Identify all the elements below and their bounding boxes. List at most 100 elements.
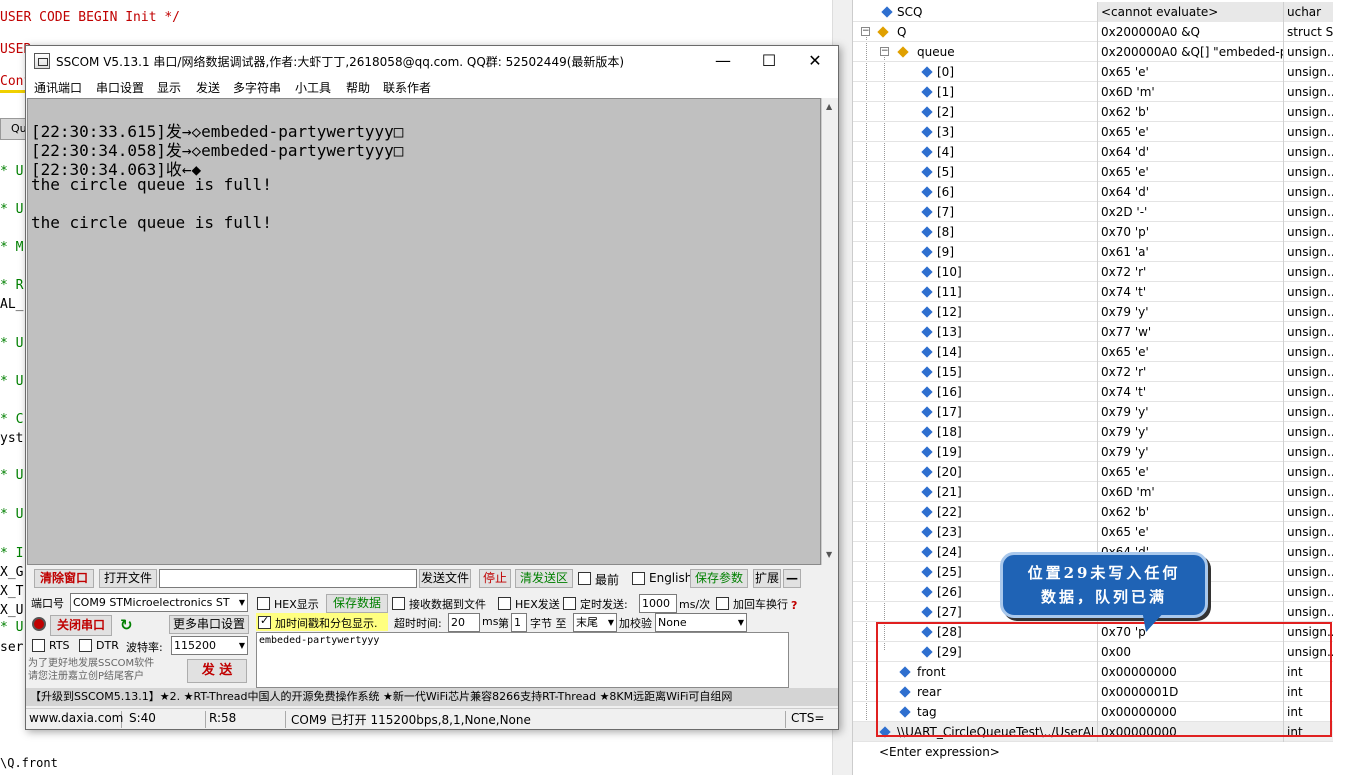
stop-button[interactable]: 停止 (479, 569, 511, 588)
queue-element-row[interactable]: [3] 0x65 'e'unsign... (853, 122, 1333, 142)
more-settings-button[interactable]: 更多串口设置 (169, 615, 249, 634)
queue-element-row[interactable]: [1] 0x6D 'm'unsign... (853, 82, 1333, 102)
queue-element-row[interactable]: [17] 0x79 'y'unsign... (853, 402, 1333, 422)
enter-expression-label[interactable]: <Enter expression> (879, 745, 1000, 759)
crlf-checkbox[interactable] (716, 597, 729, 610)
close-button[interactable]: ✕ (792, 46, 838, 76)
queue-element-row[interactable]: [8] 0x70 'p'unsign... (853, 222, 1333, 242)
english-checkbox[interactable] (632, 572, 645, 585)
queue-element-row[interactable]: [12] 0x79 'y'unsign... (853, 302, 1333, 322)
menu-item-port[interactable]: 通讯端口 (34, 79, 82, 96)
menu-item-help[interactable]: 帮助 (346, 79, 370, 96)
code-line: X_T (0, 584, 24, 599)
queue-element-row[interactable]: [29] 0x00unsign... (853, 642, 1333, 662)
queue-element-row[interactable]: [16] 0x74 't'unsign... (853, 382, 1333, 402)
queue-element-row[interactable]: [14] 0x65 'e'unsign... (853, 342, 1333, 362)
queue-element-row[interactable]: [13] 0x77 'w'unsign... (853, 322, 1333, 342)
hex-display-checkbox[interactable] (257, 597, 270, 610)
collapse-icon[interactable]: − (861, 27, 870, 36)
editor-tab[interactable]: Qu (0, 118, 27, 140)
save-data-button[interactable]: 保存数据 (326, 594, 388, 613)
watch-row-enter-expression[interactable]: <Enter expression> (853, 742, 1333, 762)
queue-element-row[interactable]: [22] 0x62 'b'unsign... (853, 502, 1333, 522)
clear-window-button[interactable]: 清除窗口 (34, 569, 94, 588)
refresh-icon[interactable]: ↻ (120, 616, 133, 634)
menu-item-serial-settings[interactable]: 串口设置 (96, 79, 144, 96)
timed-send-input[interactable]: 1000 (639, 594, 677, 613)
watch-row-scq[interactable]: SCQ <cannot evaluate> uchar (853, 2, 1333, 22)
watch-name: [12] (937, 305, 962, 319)
queue-element-row[interactable]: [15] 0x72 'r'unsign... (853, 362, 1333, 382)
watch-row-uart[interactable]: \\UART_CircleQueueTest\../UserAP... 0x00… (853, 722, 1333, 742)
queue-element-row[interactable]: [7] 0x2D '-'unsign... (853, 202, 1333, 222)
port-select[interactable]: COM9 STMicroelectronics ST (70, 593, 248, 612)
collapse-icon[interactable]: − (880, 47, 889, 56)
watch-row-q[interactable]: − Q 0x200000A0 &Q struct S... (853, 22, 1333, 42)
close-port-button[interactable]: 关闭串口 (50, 615, 112, 636)
queue-element-row[interactable]: [5] 0x65 'e'unsign... (853, 162, 1333, 182)
menu-item-tools[interactable]: 小工具 (295, 79, 331, 96)
status-site[interactable]: www.daxia.com (26, 711, 123, 728)
watch-name: [25] (937, 565, 962, 579)
sscom-window: SSCOM V5.13.1 串口/网络数据调试器,作者:大虾丁丁,2618058… (25, 45, 839, 730)
queue-element-row[interactable]: [2] 0x62 'b'unsign... (853, 102, 1333, 122)
queue-element-row[interactable]: [21] 0x6D 'm'unsign... (853, 482, 1333, 502)
queue-element-row[interactable]: [19] 0x79 'y'unsign... (853, 442, 1333, 462)
queue-element-row[interactable]: [6] 0x64 'd'unsign... (853, 182, 1333, 202)
menu-item-contact[interactable]: 联系作者 (383, 79, 431, 96)
watch-row-rear[interactable]: rear 0x0000001D int (853, 682, 1333, 702)
queue-element-row[interactable]: [9] 0x61 'a'unsign... (853, 242, 1333, 262)
clear-send-button[interactable]: 清发送区 (515, 569, 573, 588)
maximize-button[interactable]: ☐ (746, 46, 792, 76)
queue-element-row[interactable]: [18] 0x79 'y'unsign... (853, 422, 1333, 442)
byte-index-input[interactable]: 1 (511, 613, 527, 632)
code-line: yst (0, 431, 24, 446)
rts-checkbox[interactable] (32, 639, 45, 652)
queue-element-row[interactable]: [0] 0x65 'e'unsign... (853, 62, 1333, 82)
expand-button[interactable]: 扩展 (753, 569, 781, 588)
collapse-button[interactable]: — (783, 569, 801, 588)
queue-element-row[interactable]: [10] 0x72 'r'unsign... (853, 262, 1333, 282)
menu-item-send[interactable]: 发送 (196, 79, 220, 96)
menu-item-multi-string[interactable]: 多字符串 (233, 79, 281, 96)
help-icon[interactable]: ? (791, 599, 797, 612)
timestamp-checkbox[interactable]: ✓ (258, 614, 271, 629)
timed-send-checkbox[interactable] (563, 597, 576, 610)
watch-row-tag[interactable]: tag 0x00000000 int (853, 702, 1333, 722)
title-bar[interactable]: SSCOM V5.13.1 串口/网络数据调试器,作者:大虾丁丁,2618058… (26, 46, 838, 76)
receive-area[interactable]: [22:30:33.615]发→◇embeded-partywertyyy□ [… (27, 98, 821, 565)
watch-value: 0x79 'y' (1097, 302, 1283, 322)
byte-end-select[interactable]: 末尾 (573, 613, 617, 632)
hex-send-checkbox[interactable] (498, 597, 511, 610)
promo-text[interactable]: 为了更好地发展SSCOM软件 请您注册嘉立创P结尾客户 (28, 657, 154, 683)
open-file-button[interactable]: 打开文件 (99, 569, 157, 588)
baud-select[interactable]: 115200 (171, 636, 248, 655)
queue-element-row[interactable]: [11] 0x74 't'unsign... (853, 282, 1333, 302)
scroll-down-icon[interactable]: ▼ (826, 550, 832, 559)
send-button[interactable]: 发 送 (187, 659, 247, 683)
send-textarea[interactable]: embeded-partywertyyy (256, 632, 789, 688)
queue-element-row[interactable]: [28] 0x70 'p'unsign... (853, 622, 1333, 642)
watch-row-queue[interactable]: − queue 0x200000A0 &Q[] "embeded-pa... u… (853, 42, 1333, 62)
queue-element-row[interactable]: [4] 0x64 'd'unsign... (853, 142, 1333, 162)
watch-name: [22] (937, 505, 962, 519)
timeout-input[interactable]: 20 (448, 613, 480, 632)
checksum-select[interactable]: None (655, 613, 747, 632)
send-file-button[interactable]: 发送文件 (419, 569, 471, 588)
queue-element-row[interactable]: [23] 0x65 'e'unsign... (853, 522, 1333, 542)
watch-name: Q (897, 25, 907, 39)
save-params-button[interactable]: 保存参数 (690, 569, 748, 588)
topmost-checkbox[interactable] (578, 572, 591, 585)
menu-item-display[interactable]: 显示 (157, 79, 181, 96)
watch-type: unsign... (1283, 342, 1333, 362)
minimize-button[interactable]: — (700, 46, 746, 76)
file-path-input[interactable] (159, 569, 417, 588)
callout-line-1: 位置29未写入任何 (1027, 564, 1181, 582)
dtr-checkbox[interactable] (79, 639, 92, 652)
news-ticker[interactable]: 【升级到SSCOM5.13.1】★2. ★RT-Thread中国人的开源免费操作… (26, 688, 838, 706)
receive-scrollbar[interactable]: ▲ ▼ (821, 98, 838, 565)
scroll-up-icon[interactable]: ▲ (826, 102, 832, 111)
recv-to-file-checkbox[interactable] (392, 597, 405, 610)
watch-row-front[interactable]: front 0x00000000 int (853, 662, 1333, 682)
queue-element-row[interactable]: [20] 0x65 'e'unsign... (853, 462, 1333, 482)
